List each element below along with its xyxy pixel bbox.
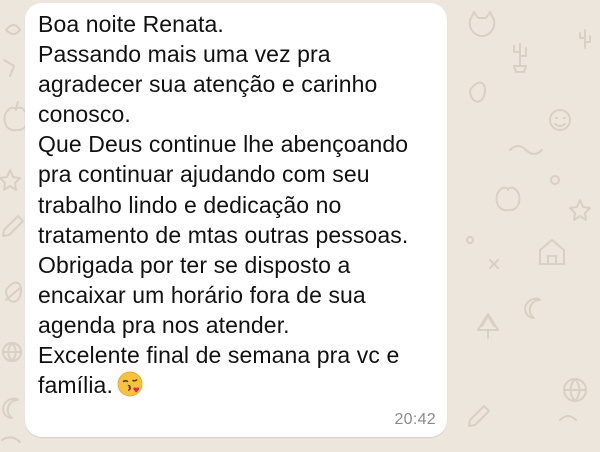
moon-icon <box>2 397 19 419</box>
message-line: Excelente final de semana pra vc e <box>38 342 400 369</box>
message-text: Boa noite Renata. Passando mais uma vez … <box>38 9 408 404</box>
cat-icon <box>468 11 496 37</box>
kissing-face-with-heart-icon <box>117 371 143 404</box>
message-line: Passando mais uma vez pra <box>38 41 331 68</box>
apple-icon <box>495 186 521 212</box>
message-line: Boa noite Renata. <box>38 11 224 37</box>
doodle-icon <box>3 24 21 77</box>
doodle-icon <box>549 109 571 131</box>
globe-icon <box>563 378 587 402</box>
message-bubble[interactable]: Boa noite Renata. Passando mais uma vez … <box>25 3 447 437</box>
pencil-icon <box>2 215 24 237</box>
message-line-last: família. <box>38 370 408 404</box>
message-line: agenda pra nos atender. <box>38 311 290 338</box>
leaf-icon <box>469 81 486 103</box>
leaf-icon <box>5 281 22 303</box>
moon-icon <box>524 297 541 319</box>
message-line: pra continuar ajudando com seu <box>38 161 370 188</box>
cactus-icon <box>579 29 591 49</box>
message-line: encaixar um horário fora de sua <box>38 281 366 308</box>
cactus-icon <box>513 43 527 73</box>
globe-icon <box>2 342 22 362</box>
message-line-last-text: família. <box>38 372 113 399</box>
star-icon <box>569 199 591 221</box>
message-line: trabalho lindo e dedicação no <box>38 191 342 218</box>
tree-icon <box>477 313 499 339</box>
message-timestamp: 20:42 <box>394 411 436 428</box>
pencil-icon <box>468 405 490 427</box>
message-line: Que Deus continue lhe abençoando <box>38 131 409 158</box>
message-line: agradecer sua atenção e carinho <box>38 71 378 98</box>
message-line: tratamento de mtas outras pessoas. <box>38 221 409 248</box>
message-line: Obrigada por ter se disposto a <box>38 251 351 278</box>
house-icon <box>539 239 565 265</box>
star-icon <box>0 169 21 191</box>
message-line: conosco. <box>38 101 131 128</box>
